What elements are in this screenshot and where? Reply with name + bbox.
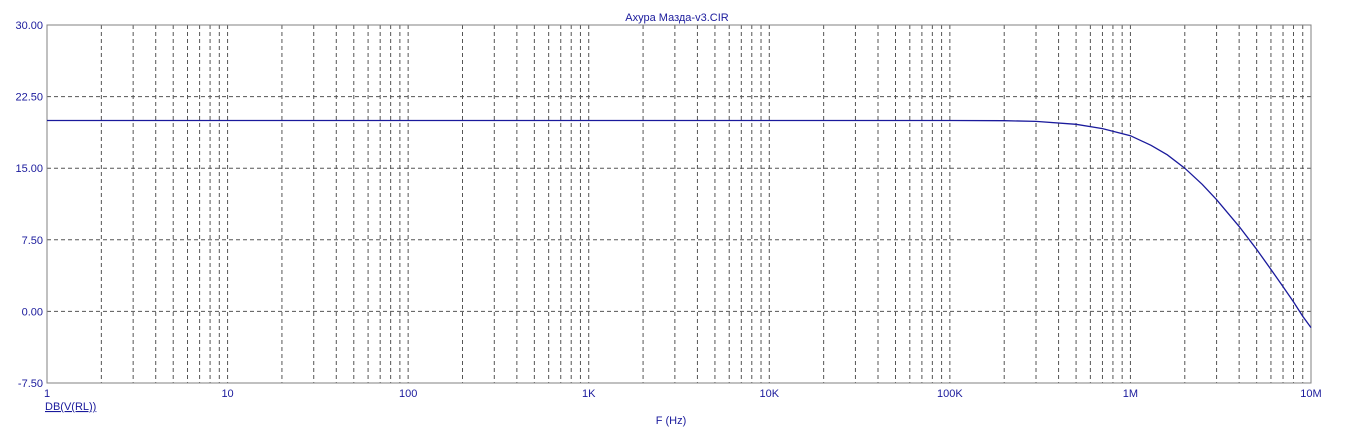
x-tick-label: 10M: [1300, 388, 1321, 400]
x-tick-label: 1K: [582, 388, 596, 400]
y-tick-label: 7.50: [22, 235, 43, 247]
x-tick-label: 100K: [937, 388, 963, 400]
y-tick-label: 0.00: [22, 306, 43, 318]
x-tick-label: 1M: [1123, 388, 1138, 400]
chart-title: Ахура Мазда-v3.CIR: [625, 12, 728, 24]
plot-window: 1 10 100 1K 10K 100K 1M 10M -7.50 0.00 7.50 15.00 22…: [0, 0, 1350, 444]
x-axis-label: F (Hz): [656, 415, 687, 427]
y-tick-label: 30.00: [15, 20, 43, 32]
y-tick-label: 15.00: [15, 163, 43, 175]
x-tick-label: 10K: [759, 388, 779, 400]
legend-series-label[interactable]: DB(V(RL)): [45, 401, 96, 413]
y-tick-label: -7.50: [18, 378, 43, 390]
x-tick-label: 1: [44, 388, 50, 400]
y-tick-label: 22.50: [15, 92, 43, 104]
x-tick-label: 100: [399, 388, 417, 400]
x-tick-label: 10: [221, 388, 233, 400]
chart-svg: 1 10 100 1K 10K 100K 1M 10M -7.50 0.00 7.50 15.00 22…: [0, 0, 1350, 444]
